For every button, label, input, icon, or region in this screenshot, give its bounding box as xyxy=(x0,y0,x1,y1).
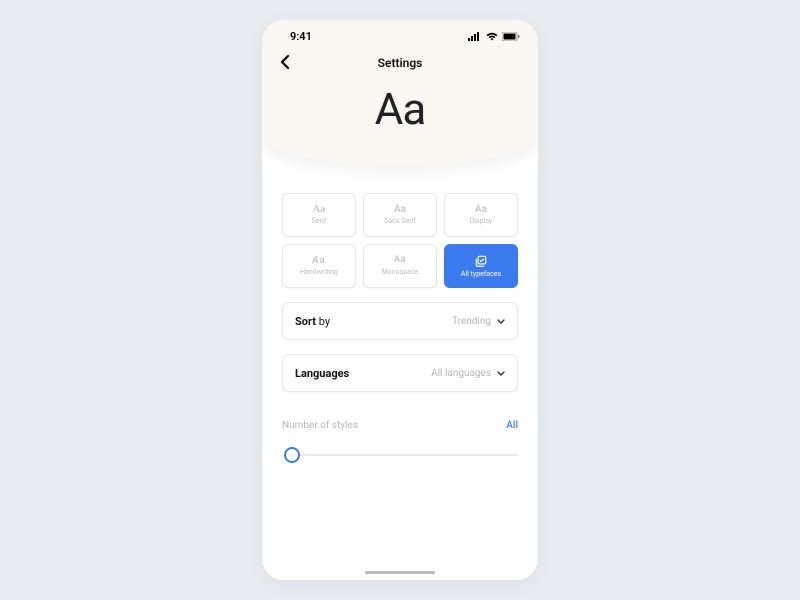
category-sans-serif[interactable]: Aa Sans Serif xyxy=(363,193,437,237)
wifi-icon xyxy=(486,32,498,41)
category-monospace[interactable]: Aa Monospace xyxy=(363,244,437,288)
chevron-down-icon xyxy=(497,371,505,376)
page-title: Settings xyxy=(262,56,538,70)
category-serif[interactable]: Aa Serif xyxy=(282,193,356,237)
serif-icon: Aa xyxy=(313,205,325,215)
category-all-typefaces[interactable]: All typefaces xyxy=(444,244,518,288)
handwriting-icon: Aa xyxy=(312,256,326,266)
chevron-left-icon xyxy=(280,55,289,69)
checkbox-stack-icon xyxy=(474,254,488,268)
styles-label: Number of styles xyxy=(282,420,358,431)
styles-slider[interactable] xyxy=(282,445,518,465)
category-label: Monospace xyxy=(382,268,419,276)
styles-all-button[interactable]: All xyxy=(506,420,518,431)
sans-icon: Aa xyxy=(394,205,406,215)
header-area: 9:41 Settings Aa xyxy=(262,20,538,165)
category-label: All typefaces xyxy=(461,270,501,278)
home-indicator[interactable] xyxy=(365,571,435,574)
styles-row: Number of styles All xyxy=(282,420,518,431)
sort-label: Sort by xyxy=(295,315,330,328)
category-label: Handwriting xyxy=(300,268,338,276)
signal-icon xyxy=(468,32,482,41)
display-icon: Aa xyxy=(475,205,487,215)
category-display[interactable]: Aa Display xyxy=(444,193,518,237)
languages-value: All languages xyxy=(431,368,505,379)
languages-select[interactable]: Languages All languages xyxy=(282,354,518,392)
hero-sample: Aa xyxy=(262,75,538,141)
back-button[interactable] xyxy=(276,50,293,77)
status-time: 9:41 xyxy=(290,30,312,43)
nav-row: Settings xyxy=(262,43,538,75)
languages-label: Languages xyxy=(295,367,349,380)
monospace-icon: Aa xyxy=(394,256,406,266)
content-area: Aa Serif Aa Sans Serif Aa Display Aa Han… xyxy=(262,193,538,465)
status-bar: 9:41 xyxy=(262,20,538,43)
category-grid: Aa Serif Aa Sans Serif Aa Display Aa Han… xyxy=(282,193,518,288)
chevron-down-icon xyxy=(497,319,505,324)
category-label: Display xyxy=(470,217,493,225)
sort-value: Trending xyxy=(452,316,505,327)
category-label: Serif xyxy=(312,217,326,225)
slider-track xyxy=(290,454,518,456)
category-handwriting[interactable]: Aa Handwriting xyxy=(282,244,356,288)
slider-thumb[interactable] xyxy=(284,447,300,463)
phone-frame: 9:41 Settings Aa Aa Serif Aa Sans Serif xyxy=(262,20,538,580)
category-label: Sans Serif xyxy=(384,217,416,225)
sort-select[interactable]: Sort by Trending xyxy=(282,302,518,340)
status-icons xyxy=(468,32,520,41)
battery-icon xyxy=(502,32,520,41)
